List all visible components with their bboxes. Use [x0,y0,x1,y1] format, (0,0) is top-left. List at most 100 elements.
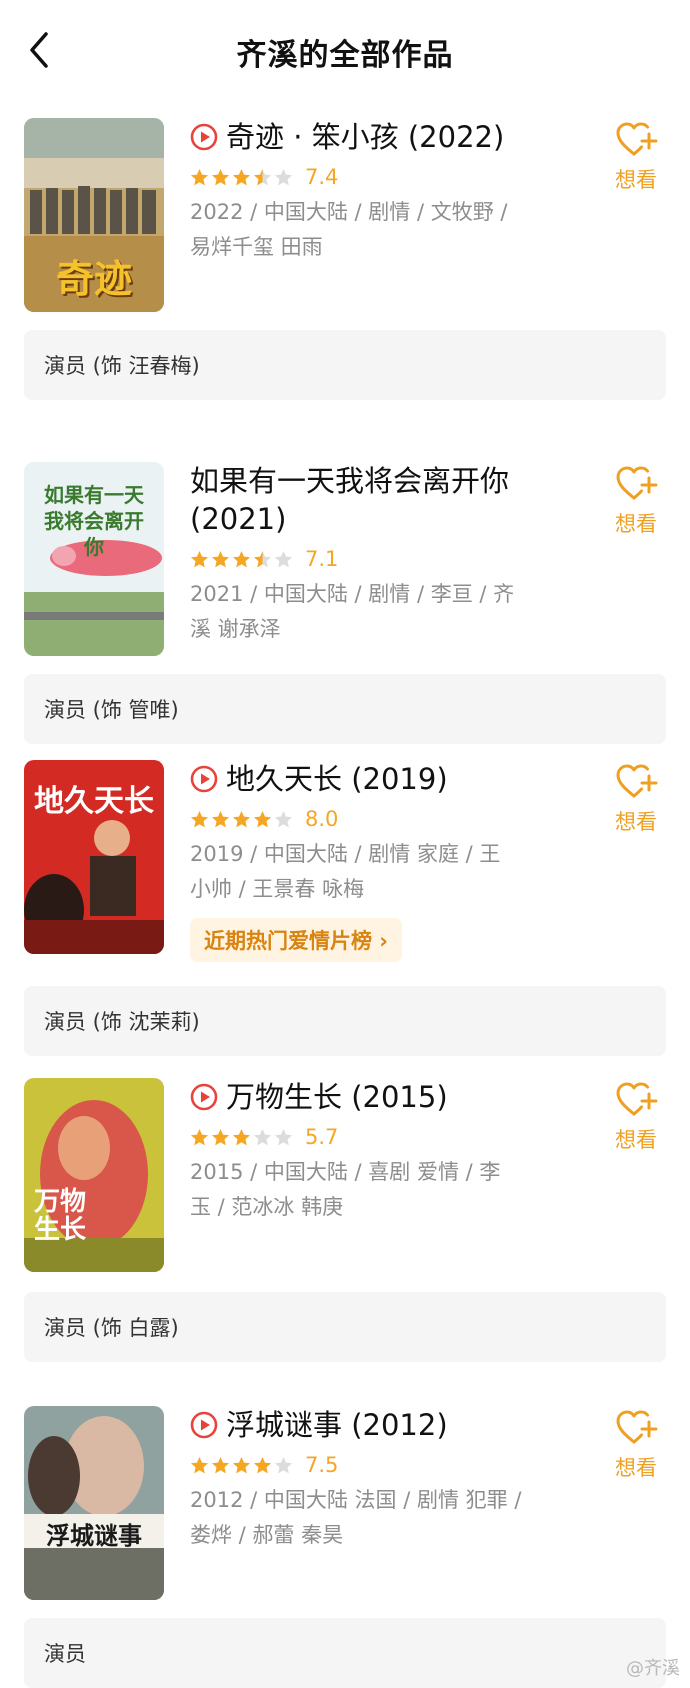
play-icon [190,1411,218,1439]
movie-meta-line: 2015 / 中国大陆 / 喜剧 爱情 / 李 [190,1160,501,1184]
want-label: 想看 [615,512,657,536]
movie-poster[interactable]: 万物生长 [24,1078,164,1272]
heart-plus-icon [616,1410,658,1444]
star-half-icon [253,168,272,185]
star-full-icon [232,550,251,567]
star-empty-icon [274,550,293,567]
star-full-icon [190,1128,209,1145]
role-text: 演员 (饰 汪春梅) [44,354,200,378]
want-to-watch-button[interactable]: 想看 [608,1080,664,1154]
star-rating [190,810,295,829]
star-full-icon [232,1456,251,1473]
star-rating [190,1456,295,1475]
star-full-icon [190,1456,209,1473]
hot-list-tag[interactable]: 近期热门爱情片榜 › [190,918,402,962]
movie-meta-line: 2012 / 中国大陆 法国 / 剧情 犯罪 / [190,1488,522,1512]
movie-title[interactable]: 万物生长 (2015) [190,1078,570,1116]
star-half-icon [253,550,272,567]
star-full-icon [211,550,230,567]
star-full-icon [211,1128,230,1145]
movie-title[interactable]: 奇迹 · 笨小孩 (2022) [190,118,570,156]
page-title: 齐溪的全部作品 [236,38,454,73]
role-text: 演员 (饰 白露) [44,1316,179,1340]
star-empty-icon [274,810,293,827]
score: 8.0 [305,807,339,831]
movie-meta-line: 易烊千玺 田雨 [190,235,323,259]
poster-title-text: 浮城谜事 [46,1521,142,1550]
movie-poster[interactable]: 浮城谜事 [24,1406,164,1600]
play-icon [190,765,218,793]
weibo-watermark: @齐溪 [626,1654,680,1680]
movie-meta-line: 2019 / 中国大陆 / 剧情 家庭 / 王 [190,842,501,866]
poster-title-text: 地久天长 [34,784,154,819]
role-text: 演员 (饰 管唯) [44,698,179,722]
role-text: 演员 (饰 沈茉莉) [44,1010,200,1034]
movie-meta-line: 娄烨 / 郝蕾 秦昊 [190,1523,344,1547]
want-to-watch-button[interactable]: 想看 [608,762,664,836]
heart-plus-icon [616,1082,658,1116]
star-full-icon [232,168,251,185]
score: 7.1 [305,547,339,571]
rating: 8.0 [190,802,570,836]
star-rating [190,1128,295,1147]
rating: 7.1 [190,542,570,576]
role-box: 演员 [24,1618,666,1688]
score: 5.7 [305,1125,339,1149]
rating: 7.5 [190,1448,570,1482]
movie-title-year: (2021) [190,502,287,536]
star-full-icon [190,550,209,567]
star-full-icon [211,810,230,827]
poster-title-text: 奇迹 [55,256,132,301]
movie-meta-line: 小帅 / 王景春 咏梅 [190,877,365,901]
want-to-watch-button[interactable]: 想看 [608,464,664,538]
star-full-icon [190,810,209,827]
star-rating [190,168,295,187]
heart-plus-icon [616,122,658,156]
score: 7.4 [305,165,339,189]
heart-plus-icon [616,466,658,500]
movie-poster[interactable]: 地久天长 [24,760,164,954]
top-bar: 齐溪的全部作品 [0,0,690,100]
star-full-icon [190,168,209,185]
movie-poster[interactable]: 奇迹 [24,118,164,312]
poster-title-text: 万物生长 [33,1187,86,1245]
role-box: 演员 (饰 汪春梅) [24,330,666,400]
movie-meta-line: 2022 / 中国大陆 / 剧情 / 文牧野 / [190,200,508,224]
star-rating [190,550,295,569]
want-label: 想看 [615,810,657,834]
movie-title[interactable]: 如果有一天我将会离开你 [190,462,570,500]
play-icon [190,123,218,151]
movie-poster[interactable]: 如果有一天 我将会离开你 [24,462,164,656]
star-empty-icon [253,1128,272,1145]
star-empty-icon [274,1128,293,1145]
star-empty-icon [274,168,293,185]
star-full-icon [253,1456,272,1473]
poster-title-text: 如果有一天 我将会离开你 [44,483,144,559]
movie-meta-line: 玉 / 范冰冰 韩庚 [190,1195,344,1219]
rating: 7.4 [190,160,570,194]
star-empty-icon [274,1456,293,1473]
score: 7.5 [305,1453,339,1477]
want-label: 想看 [615,1128,657,1152]
role-box: 演员 (饰 沈茉莉) [24,986,666,1056]
star-full-icon [253,810,272,827]
star-full-icon [232,810,251,827]
want-label: 想看 [615,168,657,192]
want-label: 想看 [615,1456,657,1480]
role-box: 演员 (饰 白露) [24,1292,666,1362]
movie-title[interactable]: 浮城谜事 (2012) [190,1406,570,1444]
want-to-watch-button[interactable]: 想看 [608,120,664,194]
movie-meta-line: 2021 / 中国大陆 / 剧情 / 李亘 / 齐 [190,582,515,606]
role-box: 演员 (饰 管唯) [24,674,666,744]
heart-plus-icon [616,764,658,798]
watermark-text: @齐溪 [626,1658,680,1679]
rating: 5.7 [190,1120,570,1154]
star-full-icon [211,168,230,185]
play-icon [190,1083,218,1111]
want-to-watch-button[interactable]: 想看 [608,1408,664,1482]
star-full-icon [232,1128,251,1145]
movie-title[interactable]: 地久天长 (2019) [190,760,570,798]
star-full-icon [211,1456,230,1473]
movie-meta-line: 溪 谢承泽 [190,617,281,641]
role-text: 演员 [44,1642,86,1666]
